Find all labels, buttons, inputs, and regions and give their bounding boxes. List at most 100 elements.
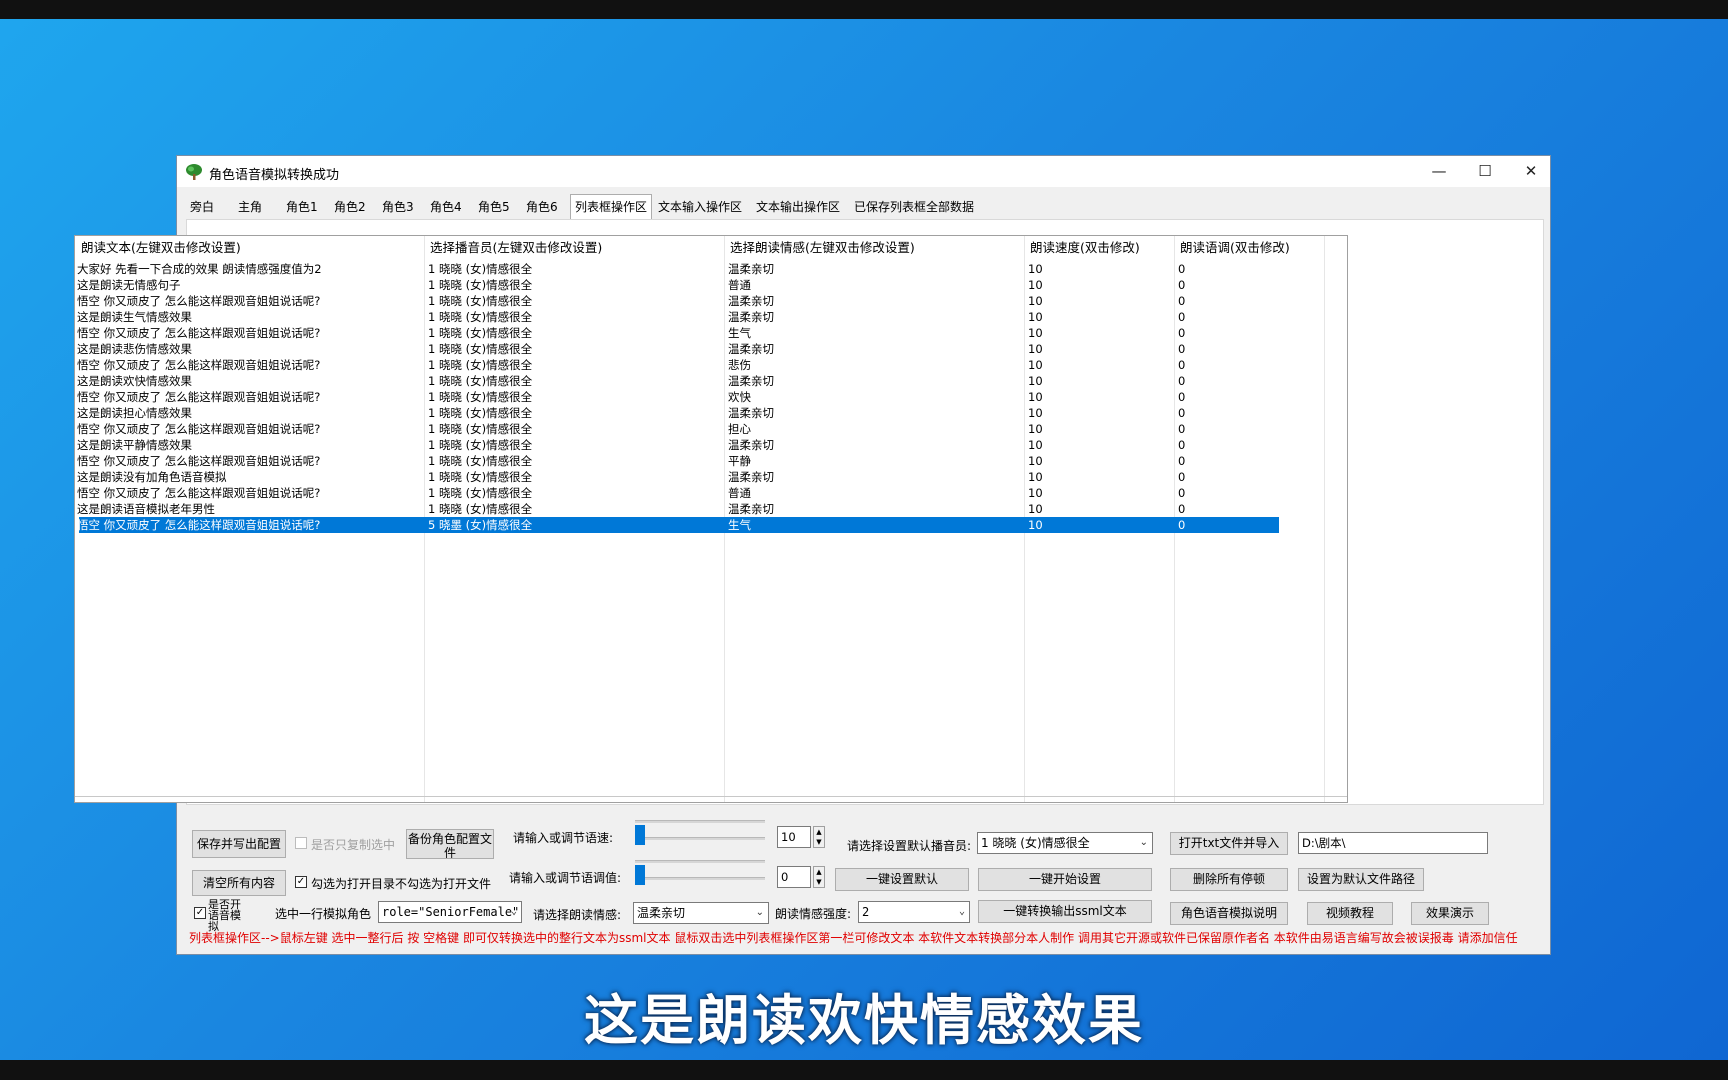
table-row[interactable]: 悟空 你又顽皮了 怎么能这样跟观音姐姐说话呢? 1 晓晓 (女)情感很全 生气 10 0	[77, 325, 1279, 341]
column-header-pitch[interactable]: 朗读语调(双击修改)	[1174, 236, 1324, 260]
table-cell-text: 悟空 你又顽皮了 怎么能这样跟观音姐姐说话呢?	[77, 326, 321, 340]
table-row[interactable]: 这是朗读悲伤情感效果 1 晓晓 (女)情感很全 温柔亲切 10 0	[77, 341, 1279, 357]
table-row[interactable]: 悟空 你又顽皮了 怎么能这样跟观音姐姐说话呢? 1 晓晓 (女)情感很全 温柔亲切 1…	[77, 293, 1279, 309]
chevron-down-icon: ⌄	[1139, 837, 1148, 848]
table-cell-speed: 10	[1028, 406, 1043, 420]
role-select[interactable]: role="SeniorFemale" ⌄	[378, 901, 522, 923]
table-row[interactable]: 悟空 你又顽皮了 怎么能这样跟观音姐姐说话呢? 1 晓晓 (女)情感很全 平静 10 0	[77, 453, 1279, 469]
video-letterbox-top	[0, 0, 1728, 19]
tab-role-1[interactable]: 角色1	[282, 197, 322, 218]
table-cell-emotion: 温柔亲切	[728, 342, 774, 356]
file-path-input[interactable]: D:\剧本\	[1298, 832, 1488, 854]
one-key-start-button[interactable]: 一键开始设置	[978, 868, 1152, 891]
save-export-config-button[interactable]: 保存并写出配置	[192, 830, 286, 858]
copy-selected-only-checkbox[interactable]	[295, 837, 307, 849]
table-row[interactable]: 悟空 你又顽皮了 怎么能这样跟观音姐姐说话呢? 5 晓墨 (女)情感很全 生气 10 0	[77, 517, 1279, 533]
speed-slider[interactable]	[635, 837, 765, 840]
table-cell-emotion: 普通	[728, 486, 751, 500]
minimize-icon[interactable]: —	[1416, 156, 1462, 187]
table-row[interactable]: 大家好 先看一下合成的效果 朗读情感强度值为2 1 晓晓 (女)情感很全 温柔亲切 1…	[77, 261, 1279, 277]
pitch-spinner[interactable]: ▲ ▼	[813, 866, 825, 888]
pitch-slider[interactable]	[635, 877, 765, 880]
video-tutorial-button[interactable]: 视频教程	[1307, 902, 1393, 925]
tab-role-4[interactable]: 角色4	[426, 197, 466, 218]
close-icon[interactable]: ✕	[1508, 156, 1554, 187]
table-cell-pitch: 0	[1178, 454, 1186, 468]
table-row[interactable]: 这是朗读语音模拟老年男性 1 晓晓 (女)情感很全 温柔亲切 10 0	[77, 501, 1279, 517]
tab-role-2[interactable]: 角色2	[330, 197, 370, 218]
emotion-select[interactable]: 温柔亲切 ⌄	[633, 902, 769, 924]
table-cell-voice: 1 晓晓 (女)情感很全	[428, 278, 533, 292]
table-cell-emotion: 温柔亲切	[728, 262, 774, 276]
pitch-input[interactable]: 0	[777, 866, 811, 888]
table-row[interactable]: 这是朗读平静情感效果 1 晓晓 (女)情感很全 温柔亲切 10 0	[77, 437, 1279, 453]
role-help-button[interactable]: 角色语音模拟说明	[1170, 902, 1288, 925]
default-voice-select[interactable]: 1 晓晓 (女)情感很全 ⌄	[977, 832, 1153, 854]
one-key-default-button[interactable]: 一键设置默认	[835, 868, 969, 891]
table-row[interactable]: 悟空 你又顽皮了 怎么能这样跟观音姐姐说话呢? 1 晓晓 (女)情感很全 悲伤 10 0	[77, 357, 1279, 373]
tab-narration[interactable]: 旁白	[186, 197, 218, 218]
speed-label: 请输入或调节语速:	[513, 831, 614, 845]
speed-input[interactable]: 10	[777, 826, 811, 848]
listbox-table[interactable]: 朗读文本(左键双击修改设置) 选择播音员(左键双击修改设置) 选择朗读情感(左键…	[74, 235, 1348, 803]
column-header-emotion[interactable]: 选择朗读情感(左键双击修改设置)	[724, 236, 1024, 260]
table-cell-pitch: 0	[1178, 310, 1186, 324]
demo-button[interactable]: 效果演示	[1411, 902, 1489, 925]
clear-all-button[interactable]: 清空所有内容	[192, 870, 286, 896]
table-cell-speed: 10	[1028, 486, 1043, 500]
table-cell-pitch: 0	[1178, 438, 1186, 452]
table-cell-pitch: 0	[1178, 326, 1186, 340]
tab-listbox-ops[interactable]: 列表框操作区	[570, 194, 653, 220]
tab-role-6[interactable]: 角色6	[522, 197, 562, 218]
tab-text-input-ops[interactable]: 文本输入操作区	[654, 197, 746, 218]
table-cell-speed: 10	[1028, 502, 1043, 516]
table-cell-emotion: 温柔亲切	[728, 406, 774, 420]
table-cell-voice: 1 晓晓 (女)情感很全	[428, 486, 533, 500]
column-header-text[interactable]: 朗读文本(左键双击修改设置)	[75, 236, 424, 260]
pitch-slider-thumb[interactable]	[635, 865, 645, 885]
table-cell-emotion: 温柔亲切	[728, 374, 774, 388]
table-row[interactable]: 这是朗读担心情感效果 1 晓晓 (女)情感很全 温柔亲切 10 0	[77, 405, 1279, 421]
tab-saved-list-data[interactable]: 已保存列表框全部数据	[850, 197, 978, 218]
delete-all-pauses-button[interactable]: 删除所有停顿	[1170, 868, 1288, 891]
title-bar[interactable]: 角色语音模拟转换成功 — ☐ ✕	[177, 156, 1550, 187]
one-key-convert-ssml-button[interactable]: 一键转换输出ssml文本	[978, 900, 1152, 923]
table-row[interactable]: 这是朗读欢快情感效果 1 晓晓 (女)情感很全 温柔亲切 10 0	[77, 373, 1279, 389]
pitch-slider-top-rail	[635, 860, 765, 863]
table-cell-text: 悟空 你又顽皮了 怎么能这样跟观音姐姐说话呢?	[77, 390, 321, 404]
speed-spinner[interactable]: ▲ ▼	[813, 826, 825, 848]
table-cell-speed: 10	[1028, 278, 1043, 292]
table-row[interactable]: 这是朗读没有加角色语音模拟 1 晓晓 (女)情感很全 温柔亲切 10 0	[77, 469, 1279, 485]
open-dir-label: 勾选为打开目录不勾选为打开文件	[311, 877, 492, 891]
speed-slider-thumb[interactable]	[635, 825, 645, 845]
table-cell-pitch: 0	[1178, 294, 1186, 308]
table-row[interactable]: 这是朗读生气情感效果 1 晓晓 (女)情感很全 温柔亲切 10 0	[77, 309, 1279, 325]
video-letterbox-bottom	[0, 1060, 1728, 1080]
tab-role-3[interactable]: 角色3	[378, 197, 418, 218]
column-header-speed[interactable]: 朗读速度(双击修改)	[1024, 236, 1174, 260]
set-default-path-button[interactable]: 设置为默认文件路径	[1298, 868, 1424, 891]
open-dir-checkbox[interactable]: ✓	[295, 876, 307, 888]
table-cell-pitch: 0	[1178, 422, 1186, 436]
table-row[interactable]: 悟空 你又顽皮了 怎么能这样跟观音姐姐说话呢? 1 晓晓 (女)情感很全 普通 10 0	[77, 485, 1279, 501]
column-header-voice[interactable]: 选择播音员(左键双击修改设置)	[424, 236, 724, 260]
enable-sim-checkbox[interactable]: ✓	[194, 907, 206, 919]
tab-text-output-ops[interactable]: 文本输出操作区	[752, 197, 844, 218]
tab-role-5[interactable]: 角色5	[474, 197, 514, 218]
backup-role-config-button[interactable]: 备份角色配置文件	[406, 829, 494, 859]
table-row[interactable]: 悟空 你又顽皮了 怎么能这样跟观音姐姐说话呢? 1 晓晓 (女)情感很全 欢快 10 0	[77, 389, 1279, 405]
open-txt-import-button[interactable]: 打开txt文件并导入	[1170, 832, 1288, 855]
default-voice-label: 请选择设置默认播音员:	[847, 839, 972, 853]
table-cell-emotion: 温柔亲切	[728, 438, 774, 452]
table-cell-voice: 1 晓晓 (女)情感很全	[428, 294, 533, 308]
table-cell-pitch: 0	[1178, 278, 1186, 292]
tab-protagonist[interactable]: 主角	[234, 197, 266, 218]
table-row[interactable]: 悟空 你又顽皮了 怎么能这样跟观音姐姐说话呢? 1 晓晓 (女)情感很全 担心 10 0	[77, 421, 1279, 437]
maximize-icon[interactable]: ☐	[1462, 156, 1508, 187]
intensity-select[interactable]: 2 ⌄	[858, 901, 970, 923]
table-cell-emotion: 温柔亲切	[728, 310, 774, 324]
table-cell-text: 这是朗读生气情感效果	[77, 310, 192, 324]
chevron-down-icon: ⌄	[510, 906, 517, 917]
table-cell-text: 悟空 你又顽皮了 怎么能这样跟观音姐姐说话呢?	[77, 358, 321, 372]
table-row[interactable]: 这是朗读无情感句子 1 晓晓 (女)情感很全 普通 10 0	[77, 277, 1279, 293]
